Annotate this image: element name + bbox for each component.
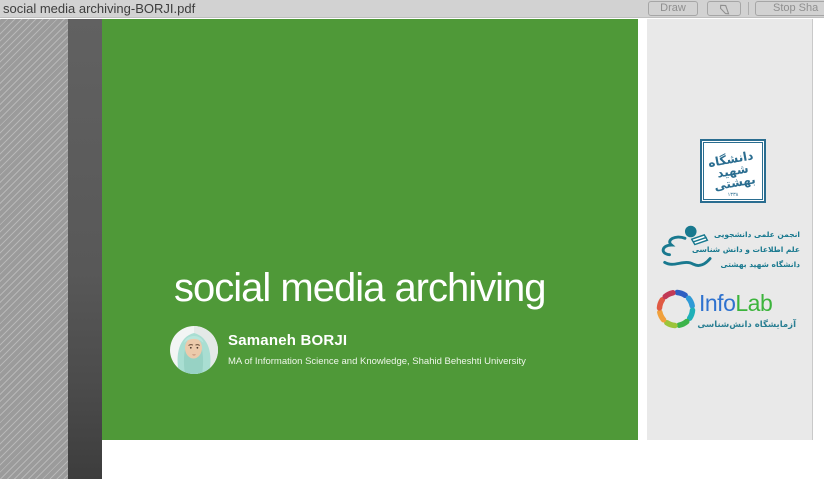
pen-annotate-button[interactable] [707, 1, 741, 16]
draw-button[interactable]: Draw [648, 1, 698, 16]
slide-green-area [102, 19, 638, 440]
association-line-3: دانشگاه شهید بهشتی [704, 257, 800, 272]
shahid-beheshti-university-logo: دانشگاه شهید بهشتی ۱۳۳۸ [700, 139, 766, 203]
infolab-ring-icon [655, 288, 697, 330]
association-line-1: انجمن علمی دانشجویی [704, 227, 800, 242]
slide-title: social media archiving [174, 266, 546, 311]
slide-white-divider [638, 19, 647, 440]
desktop-striped-background [0, 19, 68, 479]
infolab-word-lab: Lab [735, 290, 772, 316]
infolab-word-info: Info [699, 290, 735, 316]
annotation-toolbar: social media archiving-BORJI.pdf Draw St… [0, 0, 824, 18]
viewer-edge-panel [68, 19, 102, 479]
infolab-wordmark: InfoLab [699, 290, 772, 317]
pen-icon [718, 7, 731, 19]
association-logo-text: انجمن علمی دانشجویی علم اطلاعات و دانش ش… [704, 227, 800, 272]
author-name: Samaneh BORJI [228, 332, 347, 349]
screen-share-pdf-viewer: social media archiving-BORJI.pdf Draw St… [0, 0, 824, 479]
infolab-persian-caption: آزمایشگاه دانش‌شناسی [699, 320, 796, 330]
university-logo-frame: دانشگاه شهید بهشتی ۱۳۳۸ [703, 142, 763, 200]
author-credentials: MA of Information Science and Knowledge,… [228, 356, 526, 367]
document-title: social media archiving-BORJI.pdf [3, 1, 195, 16]
toolbar-separator [748, 2, 749, 15]
university-logo-calligraphy: دانشگاه شهید بهشتی [707, 149, 758, 193]
page-right-edge [812, 19, 813, 440]
university-founding-year: ۱۳۳۸ [704, 192, 762, 198]
stop-share-button[interactable]: Stop Sha [755, 1, 824, 16]
author-avatar [170, 326, 218, 374]
association-line-2: علم اطلاعات و دانش شناسی [704, 242, 800, 257]
